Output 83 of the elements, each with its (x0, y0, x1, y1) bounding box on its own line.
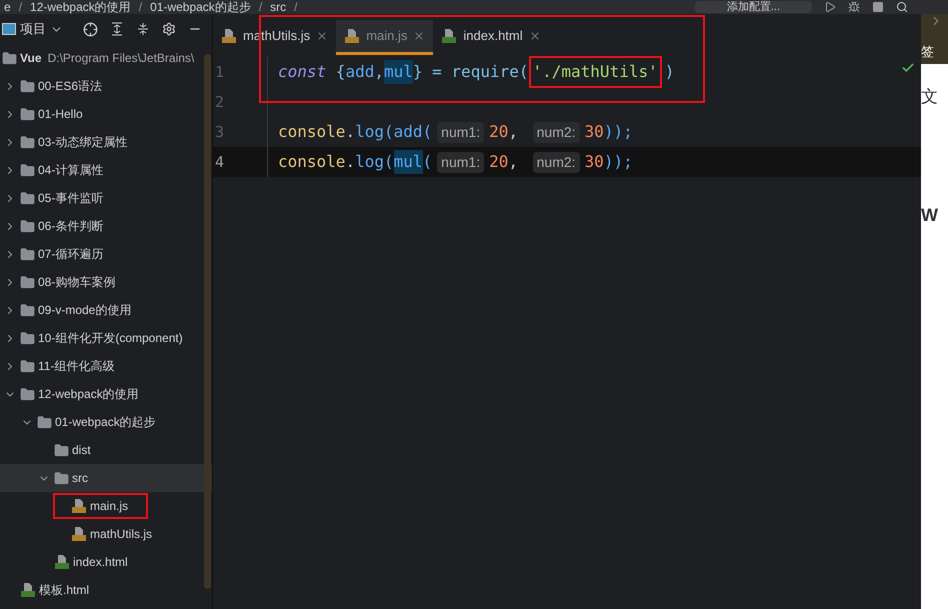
folder-icon (54, 442, 69, 458)
tree-item[interactable]: Vue D:\Program Files\JetBrains\ (2, 47, 194, 69)
js-file-icon (221, 28, 237, 44)
editor-tab[interactable]: index.html (433, 20, 549, 55)
panel-title[interactable]: 项目 (20, 19, 46, 39)
editor-tab[interactable]: main.js (336, 20, 434, 55)
folder-icon (20, 190, 35, 206)
search-icon[interactable] (896, 1, 908, 13)
tree-item[interactable]: index.html (38, 551, 128, 573)
close-icon[interactable] (528, 30, 541, 42)
line-number: 4 (215, 152, 226, 173)
folder-icon (2, 50, 17, 66)
breadcrumb-item[interactable]: 12-webpack的使用 (30, 1, 131, 13)
scrollbar[interactable] (204, 54, 211, 589)
tree-item[interactable]: 04-计算属性 (4, 159, 104, 181)
tree-item[interactable]: dist (38, 439, 91, 461)
folder-icon (20, 302, 35, 318)
page-text: W (921, 204, 939, 226)
folder-icon (20, 162, 35, 178)
line-number: 2 (215, 92, 226, 113)
breadcrumb-separator: / (18, 1, 22, 13)
tree-item[interactable]: 06-条件判断 (4, 215, 104, 237)
parameter-hint: num2: (532, 122, 580, 142)
tree-item[interactable]: 05-事件监听 (4, 187, 104, 209)
code-line: console.log(mul( num1: 20, num2: 30)); (278, 150, 633, 174)
tree-item[interactable]: 01-webpack的起步 (21, 411, 156, 433)
html-file-icon (441, 28, 458, 44)
tree-item[interactable]: 09-v-mode的使用 (4, 299, 132, 321)
tree-item[interactable]: 11-组件化高级 (4, 355, 114, 377)
locate-icon[interactable] (83, 22, 98, 36)
stop-icon[interactable] (872, 1, 884, 13)
html-file-icon (20, 582, 36, 598)
folder-icon (37, 414, 52, 430)
breadcrumb-item[interactable]: src (270, 1, 286, 13)
folder-icon (20, 386, 35, 402)
page-text: 文 (921, 86, 939, 108)
parameter-hint: num1: (437, 152, 484, 172)
folder-icon (20, 358, 35, 374)
debug-icon[interactable] (848, 1, 860, 13)
html-file-icon (54, 554, 70, 570)
js-file-icon (71, 498, 87, 514)
js-file-icon (71, 526, 87, 542)
collapse-all-icon[interactable] (136, 22, 150, 36)
run-icon[interactable] (824, 1, 836, 13)
close-icon[interactable] (413, 30, 426, 42)
folder-icon (20, 78, 35, 94)
folder-icon (20, 246, 35, 262)
folder-icon (54, 470, 69, 486)
code-line: const {add,mul} = require( './mathUtils' ) (278, 56, 674, 88)
line-number: 1 (215, 62, 226, 83)
tree-item[interactable]: 00-ES6语法 (4, 75, 102, 97)
folder-icon (20, 274, 35, 290)
tree-item[interactable]: 03-动态绑定属性 (4, 131, 128, 153)
breadcrumb-separator: / (138, 1, 142, 13)
parameter-hint: num1: (437, 122, 484, 142)
window-icon (2, 23, 16, 35)
js-file-icon (344, 28, 360, 44)
folder-icon (20, 106, 35, 122)
tree-item[interactable]: 08-购物车案例 (4, 271, 116, 293)
tree-item[interactable]: main.js (55, 495, 146, 517)
breadcrumb-separator: / (258, 1, 262, 13)
code-line: console.log(add( num1: 20, num2: 30)); (278, 120, 633, 144)
breadcrumb-item[interactable]: e (4, 1, 11, 13)
breadcrumb-item[interactable]: 01-webpack的起步 (150, 1, 251, 13)
tree-item[interactable]: src (38, 467, 88, 489)
parameter-hint: num2: (532, 152, 580, 172)
tree-item[interactable]: 12-webpack的使用 (4, 383, 139, 405)
tree-item[interactable]: mathUtils.js (55, 523, 152, 545)
browser-tab-text[interactable]: 签 (921, 44, 934, 60)
line-number: 3 (215, 122, 226, 143)
close-icon[interactable] (316, 30, 328, 42)
folder-icon (20, 330, 35, 346)
settings-icon[interactable] (162, 22, 176, 36)
folder-icon (20, 218, 35, 234)
tree-item[interactable]: 模板.html (4, 579, 90, 601)
run-configuration-button[interactable]: 添加配置... (694, 1, 812, 13)
breadcrumb-separator: / (294, 1, 298, 13)
expand-all-icon[interactable] (110, 22, 124, 36)
check-icon (901, 61, 915, 75)
tree-item[interactable]: 01-Hello (4, 103, 83, 125)
folder-icon (20, 134, 35, 150)
tree-item[interactable]: 10-组件化开发(component) (4, 327, 183, 349)
tree-item[interactable]: 07-循环遍历 (4, 243, 104, 265)
